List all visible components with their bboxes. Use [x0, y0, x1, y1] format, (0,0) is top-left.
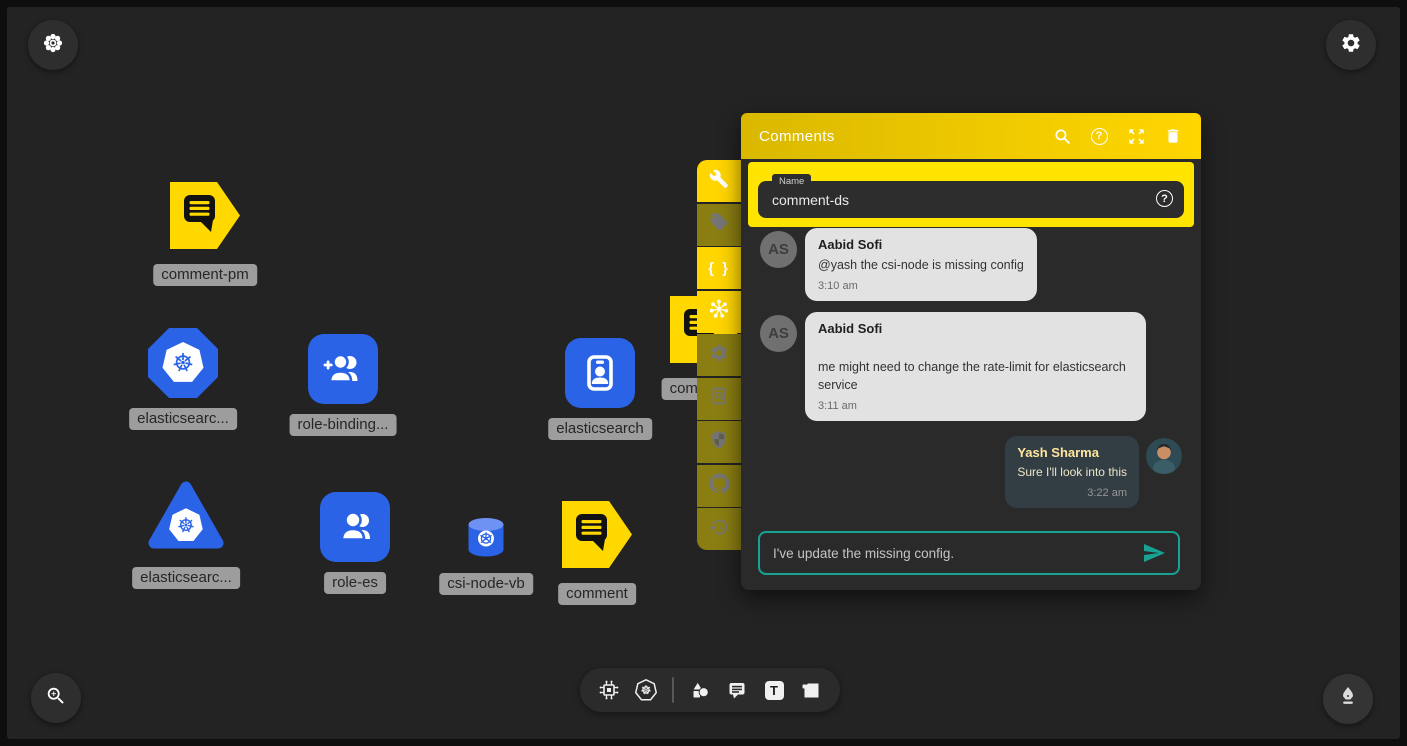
settings-button-side[interactable]: [697, 334, 741, 376]
search-icon[interactable]: [1052, 126, 1072, 146]
comment-composer: [758, 531, 1180, 575]
tags-button[interactable]: [697, 204, 741, 246]
mesh-button[interactable]: [697, 291, 741, 333]
trash-icon[interactable]: [1163, 126, 1183, 146]
panel-title: Comments: [759, 128, 835, 145]
node-label: elasticsearc...: [129, 408, 237, 430]
comments-panel: Comments ?: [741, 113, 1201, 590]
storage-cylinder-icon: [467, 545, 505, 562]
validate-button[interactable]: [697, 378, 741, 420]
name-input-wrap: Name ?: [758, 181, 1184, 218]
pen-tool-button[interactable]: [1323, 674, 1373, 724]
message-time: 3:11 am: [818, 400, 1133, 412]
file-search-icon: [709, 386, 729, 411]
chat-message: Yash Sharma Sure I'll look into this 3:2…: [1005, 436, 1139, 508]
node-label: comment-pm: [153, 264, 257, 286]
node-role-es[interactable]: role-es: [320, 492, 390, 562]
github-icon: [709, 473, 730, 499]
avatar-initials: AS: [760, 231, 797, 268]
node-comment-pm[interactable]: comment-pm: [170, 182, 240, 254]
send-button[interactable]: [1141, 540, 1167, 566]
tag-icon: [709, 212, 729, 237]
kubernetes-tool-button[interactable]: [635, 679, 657, 701]
github-button[interactable]: [697, 465, 741, 507]
zoom-in-icon: [45, 685, 67, 712]
name-help-icon[interactable]: ?: [1156, 190, 1173, 207]
help-icon[interactable]: ?: [1089, 126, 1109, 146]
pen-nib-icon: [1336, 685, 1360, 714]
json-config-button[interactable]: { }: [697, 247, 741, 289]
configure-button[interactable]: [697, 160, 741, 202]
comment-tool-icon: [726, 679, 748, 701]
kubernetes-triangle-icon: [147, 539, 225, 556]
app-logo-button[interactable]: [28, 20, 78, 70]
braces-icon: { }: [708, 260, 730, 277]
node-comment[interactable]: comment: [562, 501, 632, 573]
shapes-tool-button[interactable]: [689, 679, 711, 701]
shapes-icon: [689, 679, 711, 701]
node-elasticsearch-triangle[interactable]: elasticsearc...: [147, 478, 225, 557]
id-badge-icon: [565, 338, 635, 408]
chat-message: Aabid Sofi @yash the csi-node is missing…: [805, 228, 1037, 301]
message-text: me might need to change the rate-limit f…: [818, 358, 1133, 394]
node-csi-node-vb[interactable]: csi-node-vb: [467, 517, 505, 563]
node-label: csi-node-vb: [439, 573, 533, 595]
comment-tool-button[interactable]: [726, 679, 748, 701]
wrench-icon: [709, 169, 729, 194]
bottom-toolbar: T: [580, 668, 840, 712]
node-label: role-es: [324, 572, 386, 594]
name-field-section: Name ?: [748, 162, 1194, 227]
text-tool-icon: T: [765, 681, 784, 700]
node-label: comment: [558, 583, 636, 605]
node-label: role-binding...: [290, 414, 397, 436]
message-text: Sure I'll look into this: [1017, 464, 1127, 481]
expand-icon[interactable]: [1126, 126, 1146, 146]
name-input[interactable]: [758, 181, 1132, 218]
message-author: Yash Sharma: [1017, 445, 1127, 460]
service-mesh-icon: [708, 298, 730, 325]
history-button[interactable]: [697, 508, 741, 550]
message-author: Aabid Sofi: [818, 237, 1024, 252]
schema-tool-button[interactable]: [598, 679, 620, 701]
comments-panel-header[interactable]: Comments ?: [741, 113, 1201, 159]
comment-shape-icon: [170, 236, 240, 253]
node-label: elasticsearch: [548, 418, 652, 440]
group-icon: [320, 492, 390, 562]
text-tool-button[interactable]: T: [763, 679, 785, 701]
flower-logo-icon: [41, 31, 65, 60]
avatar-photo: [1146, 438, 1182, 474]
circuit-icon: [598, 679, 620, 701]
node-elasticsearch-octagon[interactable]: elasticsearc...: [148, 328, 218, 398]
note-tool-button[interactable]: [800, 679, 822, 701]
composer-input[interactable]: [760, 546, 1141, 561]
kubernetes-icon: [635, 679, 657, 701]
person-add-icon: [308, 334, 378, 404]
canvas-settings-button[interactable]: [1326, 20, 1376, 70]
comment-shape-icon: [562, 555, 632, 572]
message-time: 3:22 am: [1017, 487, 1127, 499]
panel-side-toolbar: { }: [697, 160, 741, 550]
note-icon: [800, 679, 822, 701]
security-button[interactable]: [697, 421, 741, 463]
node-elasticsearch[interactable]: elasticsearch: [565, 338, 635, 408]
node-role-binding[interactable]: role-binding...: [308, 334, 378, 404]
gear-icon: [1340, 32, 1362, 59]
zoom-in-button[interactable]: [31, 673, 81, 723]
node-label: elasticsearc...: [132, 567, 240, 589]
chat-message: Aabid Sofi me might need to change the r…: [805, 312, 1146, 421]
app-root: comment-pm elasticsearc...: [0, 0, 1407, 746]
message-author: Aabid Sofi: [818, 321, 1133, 336]
history-icon: [709, 517, 729, 542]
toolbar-divider: [672, 677, 674, 703]
message-text: @yash the csi-node is missing config: [818, 256, 1024, 274]
gear-icon: [709, 343, 729, 368]
message-time: 3:10 am: [818, 280, 1024, 292]
kubernetes-octagon-icon: [148, 328, 218, 398]
send-icon: [1142, 541, 1166, 565]
avatar-initials: AS: [760, 315, 797, 352]
shield-icon: [709, 430, 729, 455]
